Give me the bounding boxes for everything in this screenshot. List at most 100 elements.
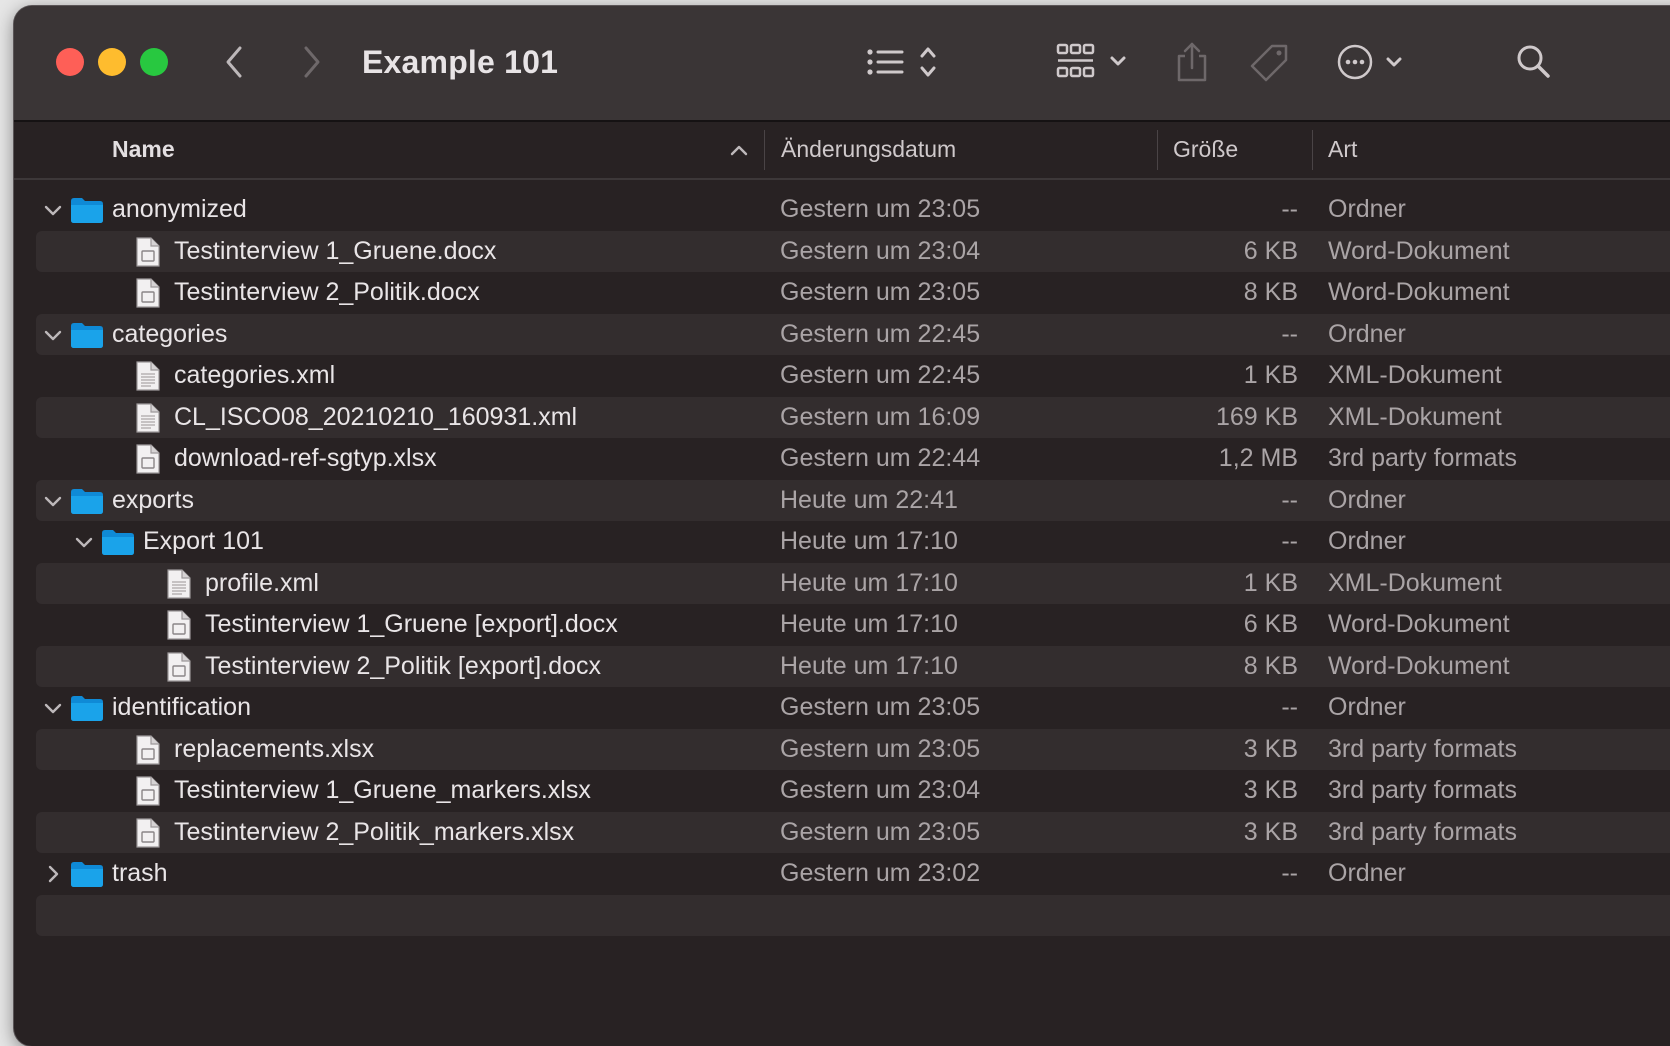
column-name-header[interactable]: Name (112, 136, 175, 163)
item-kind: XML-Dokument (1328, 402, 1502, 431)
folder-icon (70, 196, 104, 229)
group-button[interactable] (1056, 42, 1136, 82)
item-size: 3 KB (1243, 734, 1298, 763)
item-modified-date: Heute um 17:10 (780, 651, 958, 680)
item-size: -- (1281, 693, 1298, 721)
item-name: trash (112, 859, 168, 887)
close-button[interactable] (56, 48, 84, 76)
item-size: -- (1281, 485, 1298, 514)
item-kind: Ordner (1328, 527, 1406, 555)
item-kind: 3rd party formats (1328, 817, 1517, 846)
item-modified-date: Gestern um 16:09 (780, 402, 981, 431)
file-row[interactable]: replacements.xlsx Gestern um 23:05 3 KB 3rd… (36, 728, 1670, 770)
item-kind: Ordner (1328, 195, 1406, 223)
file-row[interactable]: Testinterview 2_Politik.docx Gestern um 2… (36, 272, 1670, 314)
file-row[interactable]: Testinterview 2_Politik [export].docx Heu… (36, 645, 1670, 687)
folder-icon (70, 321, 104, 354)
item-name: categories.xml (174, 361, 336, 389)
minimize-button[interactable] (98, 48, 126, 76)
item-kind: 3rd party formats (1328, 734, 1517, 763)
sort-ascending-icon (730, 144, 748, 156)
tag-icon (1250, 44, 1288, 82)
item-kind: 3rd party formats (1328, 776, 1517, 804)
item-modified-date: Gestern um 23:05 (780, 817, 981, 846)
item-size: 1 KB (1243, 361, 1298, 389)
ellipsis-circle-icon (1337, 44, 1402, 80)
item-name: Export 101 (143, 527, 264, 555)
item-size: -- (1281, 319, 1298, 348)
item-name: exports (112, 485, 194, 514)
file-row[interactable]: categories.xml Gestern um 22:45 1 KB XML-Do… (36, 355, 1670, 397)
chevron-down-icon[interactable] (75, 533, 93, 551)
item-name: CL_ISCO08_20210210_160931.xml (174, 402, 578, 431)
item-name: Testinterview 2_Politik [export].docx (205, 651, 602, 680)
chevron-down-icon[interactable] (44, 201, 62, 219)
view-options-button[interactable] (866, 44, 946, 80)
column-separator[interactable] (1157, 130, 1158, 170)
tag-button[interactable] (1248, 42, 1292, 84)
item-size: 3 KB (1243, 817, 1298, 846)
file-row[interactable]: Testinterview 1_Gruene [export].docx Heut… (36, 604, 1670, 646)
item-kind: Ordner (1328, 693, 1406, 721)
item-size: -- (1281, 527, 1298, 555)
item-size: 6 KB (1243, 236, 1298, 265)
zoom-button[interactable] (140, 48, 168, 76)
text-document-icon (135, 402, 161, 438)
column-kind-header[interactable]: Art (1328, 136, 1357, 163)
search-icon (1517, 45, 1550, 78)
column-separator[interactable] (1312, 130, 1313, 170)
item-name: replacements.xlsx (174, 734, 375, 763)
column-size-header[interactable]: Größe (1173, 136, 1238, 163)
forward-button[interactable] (296, 44, 326, 80)
item-modified-date: Gestern um 23:04 (780, 776, 981, 804)
list-view-icon (867, 47, 936, 77)
document-icon (135, 817, 161, 853)
document-icon (166, 610, 192, 645)
share-icon (1177, 42, 1207, 82)
chevron-down-icon[interactable] (44, 492, 62, 510)
folder-row[interactable]: categories Gestern um 22:45 -- Ordner (36, 313, 1670, 355)
item-kind: XML-Dokument (1328, 361, 1502, 389)
item-kind: Ordner (1328, 319, 1406, 348)
item-kind: Word-Dokument (1328, 610, 1510, 638)
chevron-left-icon (226, 46, 242, 78)
item-size: -- (1281, 859, 1298, 887)
column-separator[interactable] (764, 130, 765, 170)
item-size: 1 KB (1243, 568, 1298, 597)
folder-row[interactable]: identification Gestern um 23:05 -- Ordner (36, 687, 1670, 729)
document-icon (135, 734, 161, 770)
column-date-header[interactable]: Änderungsdatum (781, 136, 956, 163)
file-row[interactable]: CL_ISCO08_20210210_160931.xml Gestern um … (36, 396, 1670, 438)
folder-row[interactable]: Export 101 Heute um 17:10 -- Ordner (36, 521, 1670, 563)
chevron-down-icon[interactable] (44, 326, 62, 344)
search-button[interactable] (1514, 42, 1554, 82)
item-modified-date: Gestern um 23:05 (780, 278, 981, 306)
item-kind: Word-Dokument (1328, 236, 1510, 265)
column-header: Name Änderungsdatum Größe Art (14, 122, 1670, 180)
item-name: identification (112, 693, 251, 721)
item-kind: 3rd party formats (1328, 444, 1517, 472)
folder-row[interactable]: anonymized Gestern um 23:05 -- Ordner (36, 189, 1670, 231)
back-button[interactable] (220, 44, 250, 80)
finder-window: Example 101 Name Änderungsdatum Größe Ar… (14, 6, 1670, 1046)
file-row[interactable]: profile.xml Heute um 17:10 1 KB XML-Dokumen… (36, 562, 1670, 604)
chevron-right-icon (304, 46, 320, 78)
folder-row[interactable]: trash Gestern um 23:02 -- Ordner (36, 853, 1670, 895)
folder-icon (70, 860, 104, 893)
share-button[interactable] (1174, 40, 1210, 84)
more-button[interactable] (1336, 42, 1412, 82)
folder-icon (70, 694, 104, 727)
item-modified-date: Gestern um 22:44 (780, 444, 981, 472)
document-icon (135, 236, 161, 272)
chevron-down-icon[interactable] (44, 699, 62, 717)
item-modified-date: Heute um 17:10 (780, 610, 958, 638)
file-row[interactable]: Testinterview 2_Politik_markers.xlsx Gest… (36, 811, 1670, 853)
folder-row[interactable]: exports Heute um 22:41 -- Ordner (36, 479, 1670, 521)
item-modified-date: Gestern um 22:45 (780, 319, 981, 348)
item-modified-date: Gestern um 23:02 (780, 859, 981, 887)
file-row[interactable]: Testinterview 1_Gruene_markers.xlsx Geste… (36, 770, 1670, 812)
chevron-right-icon[interactable] (44, 865, 62, 883)
file-row[interactable]: download-ref-sgtyp.xlsx Gestern um 22:44 1… (36, 438, 1670, 480)
document-icon (135, 278, 161, 313)
file-row[interactable]: Testinterview 1_Gruene.docx Gestern um 23… (36, 230, 1670, 272)
